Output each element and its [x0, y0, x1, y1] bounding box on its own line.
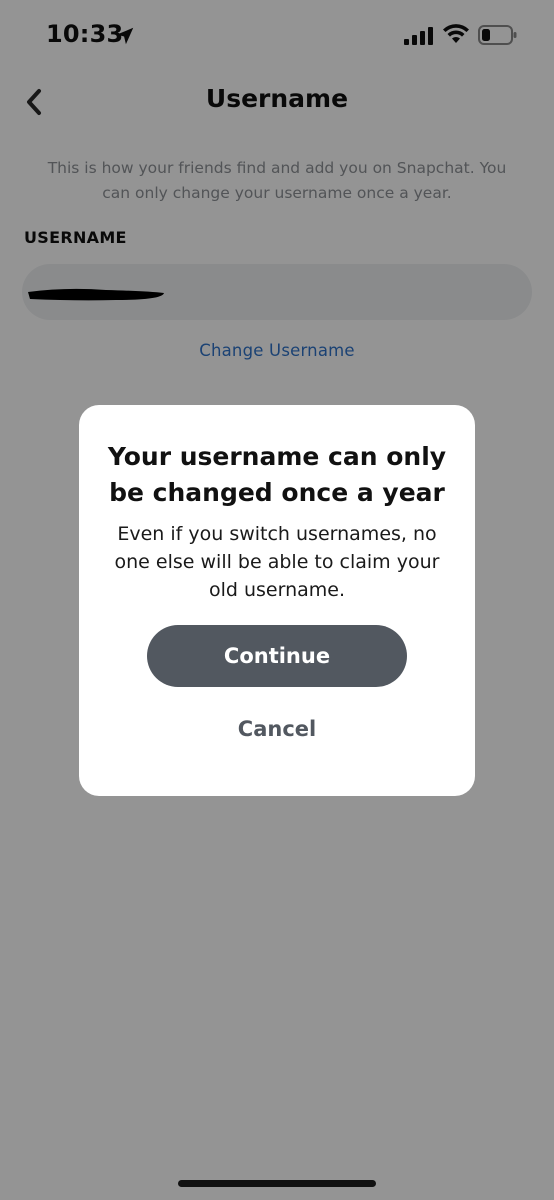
change-username-dialog: Your username can only be changed once a…	[79, 405, 475, 796]
cancel-button[interactable]: Cancel	[177, 705, 377, 753]
dialog-message: Even if you switch usernames, no one els…	[114, 523, 440, 601]
continue-button[interactable]: Continue	[147, 625, 407, 687]
home-indicator[interactable]	[178, 1180, 376, 1187]
dialog-title: Your username can only be changed once a…	[107, 442, 447, 507]
